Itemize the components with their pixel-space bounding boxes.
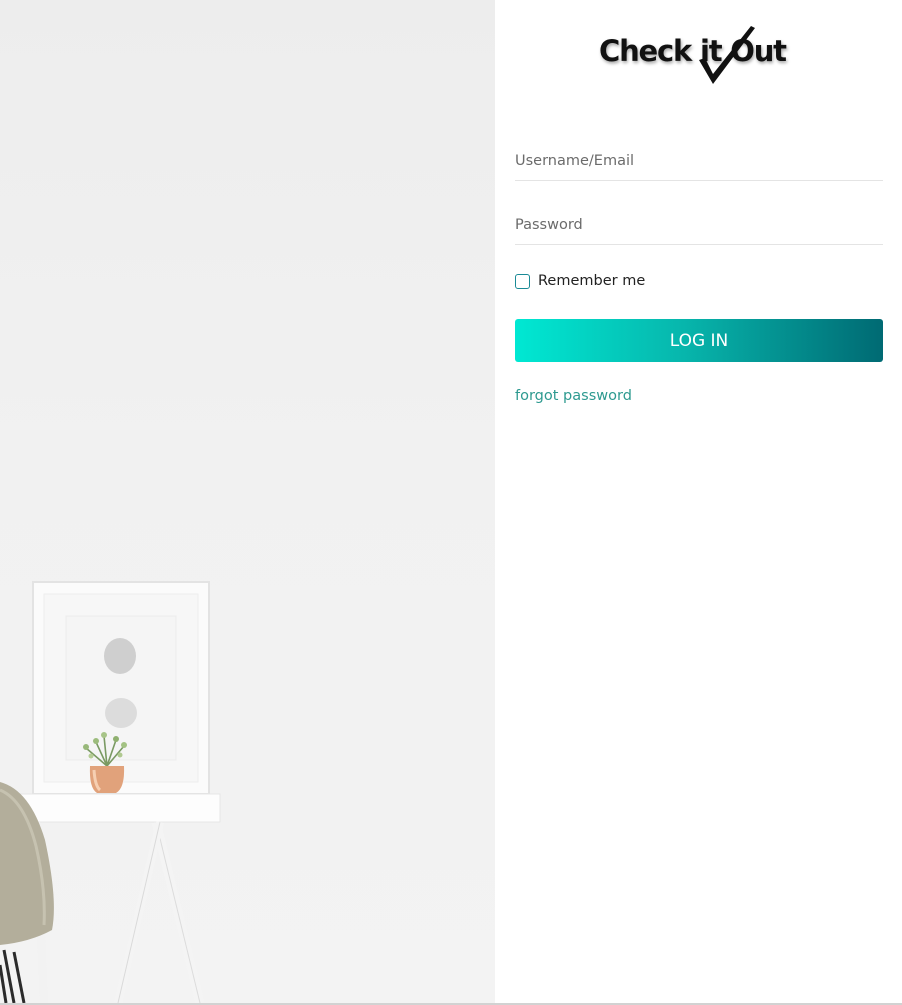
hero-photo xyxy=(0,0,495,1003)
forgot-password-link[interactable]: forgot password xyxy=(515,388,632,404)
brand-logo: Check it Out xyxy=(599,26,799,88)
login-button[interactable]: LOG IN xyxy=(515,319,883,362)
checkmark-icon xyxy=(699,26,755,84)
remember-label: Remember me xyxy=(538,273,646,289)
login-page: Check it Out Remember me LOG IN forgot p… xyxy=(0,0,902,1005)
password-input[interactable] xyxy=(515,208,883,242)
username-input[interactable] xyxy=(515,144,883,178)
login-panel: Check it Out Remember me LOG IN forgot p… xyxy=(495,0,902,1005)
side-table xyxy=(19,793,221,823)
username-field xyxy=(515,144,883,181)
password-field xyxy=(515,208,883,245)
remember-me[interactable]: Remember me xyxy=(515,271,645,291)
remember-checkbox[interactable] xyxy=(515,273,530,289)
room-illustration xyxy=(0,581,221,1003)
